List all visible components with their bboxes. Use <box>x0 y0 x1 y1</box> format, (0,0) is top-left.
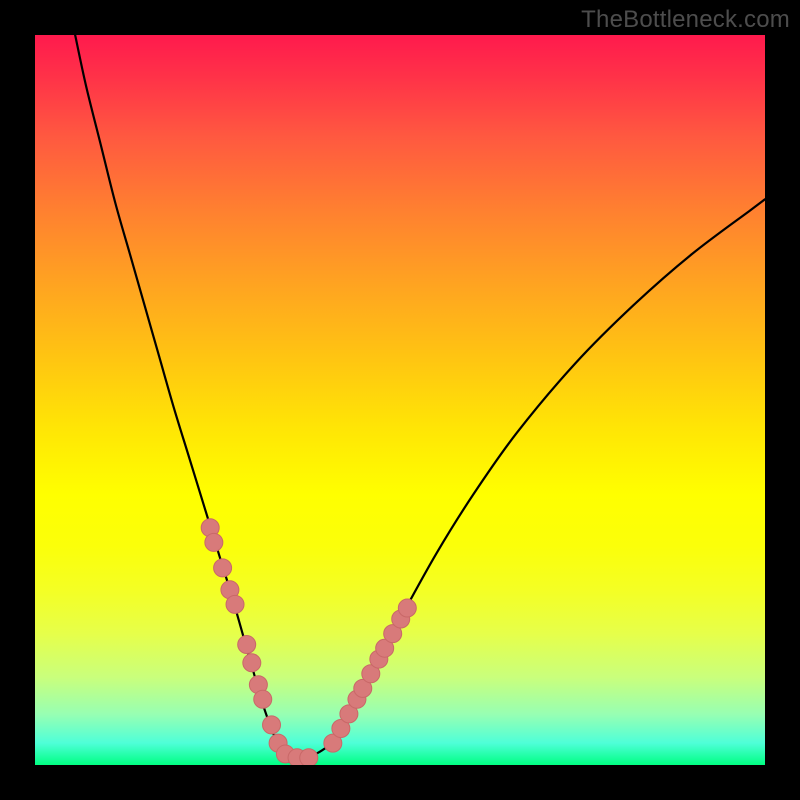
data-marker <box>376 639 394 657</box>
data-marker <box>362 665 380 683</box>
data-marker <box>249 676 267 694</box>
chart-frame: TheBottleneck.com <box>0 0 800 800</box>
marker-group <box>201 519 416 765</box>
data-marker <box>201 519 219 537</box>
data-marker <box>354 679 372 697</box>
data-marker <box>243 654 261 672</box>
data-marker <box>370 650 388 668</box>
data-marker <box>324 734 342 752</box>
data-marker <box>221 581 239 599</box>
data-marker <box>276 745 294 763</box>
curve-svg <box>35 35 765 765</box>
data-marker <box>238 636 256 654</box>
watermark-text: TheBottleneck.com <box>581 6 790 34</box>
data-marker <box>300 749 318 765</box>
bottleneck-curve <box>75 35 765 759</box>
data-marker <box>269 734 287 752</box>
data-marker <box>332 720 350 738</box>
data-marker <box>254 690 272 708</box>
data-marker <box>398 599 416 617</box>
data-marker <box>348 690 366 708</box>
data-marker <box>392 610 410 628</box>
data-marker <box>205 533 223 551</box>
plot-area <box>35 35 765 765</box>
data-marker <box>214 559 232 577</box>
data-marker <box>384 625 402 643</box>
data-marker <box>226 595 244 613</box>
data-marker <box>288 749 306 765</box>
data-marker <box>263 716 281 734</box>
curve-path-group <box>75 35 765 759</box>
data-marker <box>340 705 358 723</box>
